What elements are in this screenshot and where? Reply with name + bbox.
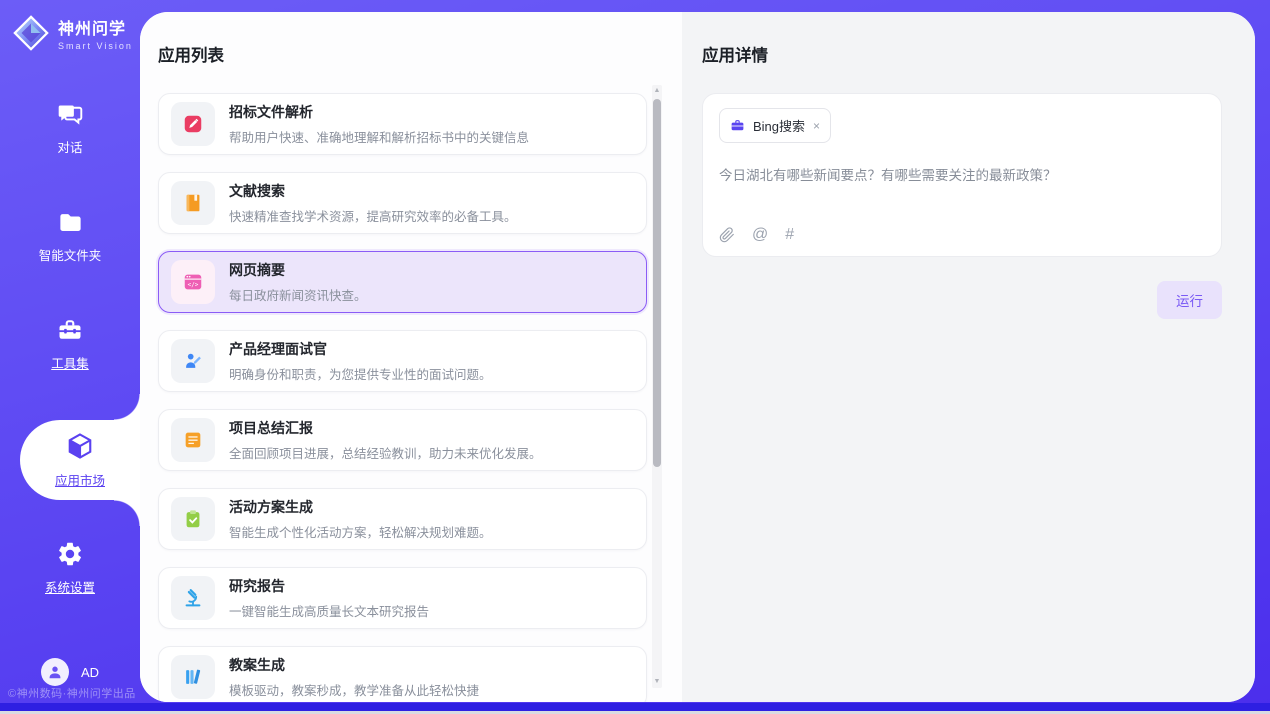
- sidebar-nav: 对话 智能文件夹 工具集 应用市场: [0, 96, 140, 644]
- copyright-footer: ©神州数码·神州问学出品: [8, 685, 136, 701]
- app-desc: 明确身份和职责，为您提供专业性的面试问题。: [229, 364, 492, 383]
- gear-icon: [56, 540, 84, 568]
- app-name: 网页摘要: [229, 260, 367, 280]
- sidebar: 神州问学 Smart Vision 对话 智能文件夹: [0, 0, 140, 714]
- books-icon: [182, 666, 204, 688]
- clipboard-check-icon: [182, 508, 204, 530]
- app-desc: 每日政府新闻资讯快查。: [229, 285, 367, 304]
- sidebar-item-label: 系统设置: [45, 577, 95, 596]
- app-name: 活动方案生成: [229, 497, 492, 517]
- sidebar-item-label: 工具集: [51, 353, 89, 372]
- tool-chip-label: Bing搜索: [753, 116, 805, 135]
- icon-tile: [171, 655, 215, 699]
- toolbox-icon: [56, 316, 84, 344]
- brand-tagline: Smart Vision: [58, 41, 133, 51]
- prompt-composer[interactable]: Bing搜索 × 今日湖北有哪些新闻要点？有哪些需要关注的最新政策？ @ #: [702, 93, 1222, 257]
- book-icon: [182, 192, 204, 214]
- icon-tile: [171, 102, 215, 146]
- microscope-icon: [182, 587, 204, 609]
- sidebar-item-label: 对话: [57, 137, 82, 156]
- icon-tile: [171, 339, 215, 383]
- edit-note-icon: [182, 113, 204, 135]
- sidebar-item-chat[interactable]: 对话: [0, 96, 140, 160]
- list-item-literature-search[interactable]: 文献搜索 快速精准查找学术资源，提高研究效率的必备工具。: [158, 172, 647, 234]
- paperclip-icon[interactable]: [719, 227, 735, 243]
- main-content: 应用列表 招标文件解析 帮助用户快速、准确地理解和解析招标书中的关键信息: [140, 12, 1255, 702]
- icon-tile: [171, 497, 215, 541]
- icon-tile: [171, 418, 215, 462]
- run-button[interactable]: 运行: [1157, 281, 1222, 319]
- icon-tile: [171, 576, 215, 620]
- briefcase-icon: [730, 118, 745, 133]
- prompt-input[interactable]: 今日湖北有哪些新闻要点？有哪些需要关注的最新政策？: [719, 164, 1205, 184]
- tool-chip-bing-search[interactable]: Bing搜索 ×: [719, 108, 831, 143]
- icon-tile: [171, 181, 215, 225]
- app-name: 项目总结汇报: [229, 418, 542, 438]
- bottom-bar: [0, 703, 1270, 711]
- list-item-event-plan[interactable]: 活动方案生成 智能生成个性化活动方案，轻松解决规划难题。: [158, 488, 647, 550]
- app-detail-title: 应用详情: [702, 42, 1222, 66]
- list-item-project-summary[interactable]: 项目总结汇报 全面回顾项目进展，总结经验教训，助力未来优化发展。: [158, 409, 647, 471]
- sidebar-item-toolset[interactable]: 工具集: [0, 312, 140, 376]
- scroll-up-icon[interactable]: ▲: [654, 85, 661, 97]
- app-name: 研究报告: [229, 576, 429, 596]
- user-account[interactable]: AD: [0, 658, 140, 686]
- app-name: 产品经理面试官: [229, 339, 492, 359]
- hash-icon[interactable]: #: [785, 226, 794, 244]
- report-note-icon: [182, 429, 204, 451]
- webpage-code-icon: </>: [182, 271, 204, 293]
- app-list: 招标文件解析 帮助用户快速、准确地理解和解析招标书中的关键信息 文献搜索 快速精…: [158, 93, 682, 702]
- list-item-pm-interviewer[interactable]: 产品经理面试官 明确身份和职责，为您提供专业性的面试问题。: [158, 330, 647, 392]
- app-desc: 全面回顾项目进展，总结经验教训，助力未来优化发展。: [229, 443, 542, 462]
- app-desc: 帮助用户快速、准确地理解和解析招标书中的关键信息: [229, 127, 529, 146]
- sidebar-item-label: 应用市场: [55, 470, 105, 489]
- user-name: AD: [81, 665, 99, 680]
- app-desc: 一键智能生成高质量长文本研究报告: [229, 601, 429, 620]
- composer-toolbar: @ #: [719, 226, 794, 244]
- sidebar-item-settings[interactable]: 系统设置: [0, 536, 140, 600]
- avatar: [41, 658, 69, 686]
- brand-name: 神州问学: [58, 15, 133, 39]
- list-item-webpage-summary[interactable]: </> 网页摘要 每日政府新闻资讯快查。: [158, 251, 647, 313]
- scrollbar-thumb[interactable]: [653, 99, 661, 467]
- cube-icon: [65, 431, 95, 461]
- sidebar-item-smart-folder[interactable]: 智能文件夹: [0, 204, 140, 268]
- sidebar-item-label: 智能文件夹: [39, 245, 102, 264]
- mention-icon[interactable]: @: [752, 226, 768, 244]
- app-desc: 智能生成个性化活动方案，轻松解决规划难题。: [229, 522, 492, 541]
- app-desc: 模板驱动，教案秒成，教学准备从此轻松快捷: [229, 680, 479, 699]
- folder-icon: [57, 209, 84, 236]
- app-desc: 快速精准查找学术资源，提高研究效率的必备工具。: [229, 206, 517, 225]
- interviewer-icon: [182, 350, 204, 372]
- sidebar-item-app-market[interactable]: 应用市场: [20, 420, 140, 500]
- chip-close-icon[interactable]: ×: [813, 119, 820, 133]
- brand-logo-icon: [12, 14, 50, 52]
- app-list-title: 应用列表: [158, 42, 682, 66]
- svg-text:</>: </>: [188, 281, 199, 288]
- app-name: 文献搜索: [229, 181, 517, 201]
- app-name: 教案生成: [229, 655, 479, 675]
- app-list-panel: 应用列表 招标文件解析 帮助用户快速、准确地理解和解析招标书中的关键信息: [140, 12, 682, 702]
- app-name: 招标文件解析: [229, 102, 529, 122]
- list-item-lesson-plan[interactable]: 教案生成 模板驱动，教案秒成，教学准备从此轻松快捷: [158, 646, 647, 702]
- brand: 神州问学 Smart Vision: [0, 0, 140, 52]
- list-item-research-report[interactable]: 研究报告 一键智能生成高质量长文本研究报告: [158, 567, 647, 629]
- list-item-bid-analysis[interactable]: 招标文件解析 帮助用户快速、准确地理解和解析招标书中的关键信息: [158, 93, 647, 155]
- scroll-down-icon[interactable]: ▼: [654, 676, 661, 688]
- app-detail-panel: 应用详情 Bing搜索 × 今日湖北有哪些新闻要点？有哪些需要关注的最新政策？ …: [682, 12, 1255, 702]
- scrollbar[interactable]: ▲ ▼: [652, 85, 662, 688]
- icon-tile: </>: [171, 260, 215, 304]
- person-icon: [46, 663, 64, 681]
- chat-icon: [57, 101, 84, 128]
